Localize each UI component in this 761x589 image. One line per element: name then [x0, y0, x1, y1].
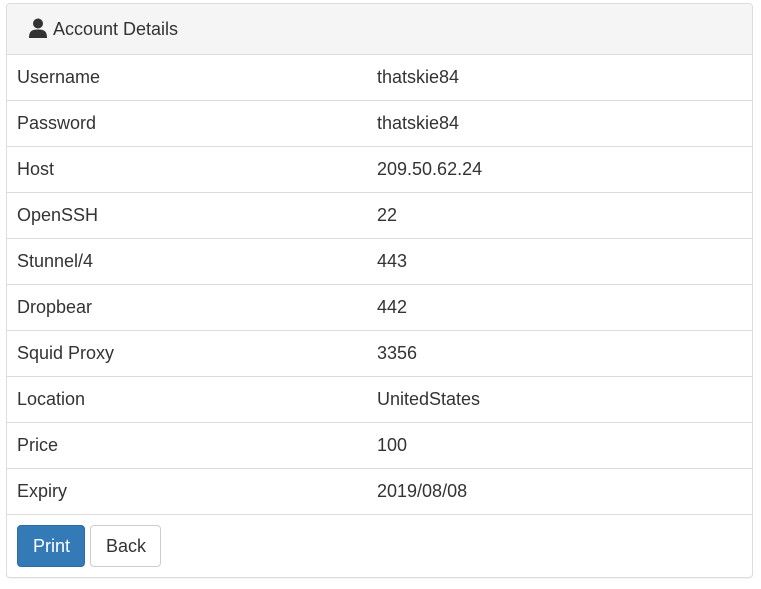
detail-value: 442: [377, 297, 408, 317]
detail-label: Squid Proxy: [17, 343, 115, 363]
detail-row-password: Password thatskie84: [7, 101, 752, 147]
detail-value: 100: [377, 435, 408, 455]
detail-label: Password: [17, 113, 97, 133]
detail-row-stunnel: Stunnel/4 443: [7, 239, 752, 285]
print-button[interactable]: Print: [17, 525, 85, 567]
detail-label: Username: [17, 67, 101, 87]
panel-title: Account Details: [53, 18, 179, 39]
detail-value: UnitedStates: [377, 389, 481, 409]
detail-value: 2019/08/08: [377, 481, 468, 501]
back-button[interactable]: Back: [90, 525, 161, 567]
detail-value: 209.50.62.24: [377, 159, 483, 179]
detail-row-username: Username thatskie84: [7, 55, 752, 101]
detail-row-price: Price 100: [7, 423, 752, 469]
panel-heading: Account Details: [7, 4, 752, 55]
detail-value: 443: [377, 251, 408, 271]
detail-value: 22: [377, 205, 398, 225]
detail-label: Stunnel/4: [17, 251, 94, 271]
details-list: Username thatskie84 Password thatskie84 …: [7, 55, 752, 515]
detail-value: 3356: [377, 343, 418, 363]
detail-row-dropbear: Dropbear 442: [7, 285, 752, 331]
user-icon: [29, 18, 47, 38]
detail-label: Expiry: [17, 481, 68, 501]
detail-label: Host: [17, 159, 55, 179]
detail-label: Location: [17, 389, 86, 409]
detail-value: thatskie84: [377, 67, 460, 87]
panel-footer: Print Back: [7, 515, 752, 577]
detail-value: thatskie84: [377, 113, 460, 133]
detail-row-squid-proxy: Squid Proxy 3356: [7, 331, 752, 377]
detail-label: Dropbear: [17, 297, 93, 317]
detail-row-expiry: Expiry 2019/08/08: [7, 469, 752, 515]
detail-row-location: Location UnitedStates: [7, 377, 752, 423]
detail-label: Price: [17, 435, 59, 455]
detail-label: OpenSSH: [17, 205, 99, 225]
detail-row-openssh: OpenSSH 22: [7, 193, 752, 239]
account-details-panel: Account Details Username thatskie84 Pass…: [6, 3, 753, 578]
detail-row-host: Host 209.50.62.24: [7, 147, 752, 193]
